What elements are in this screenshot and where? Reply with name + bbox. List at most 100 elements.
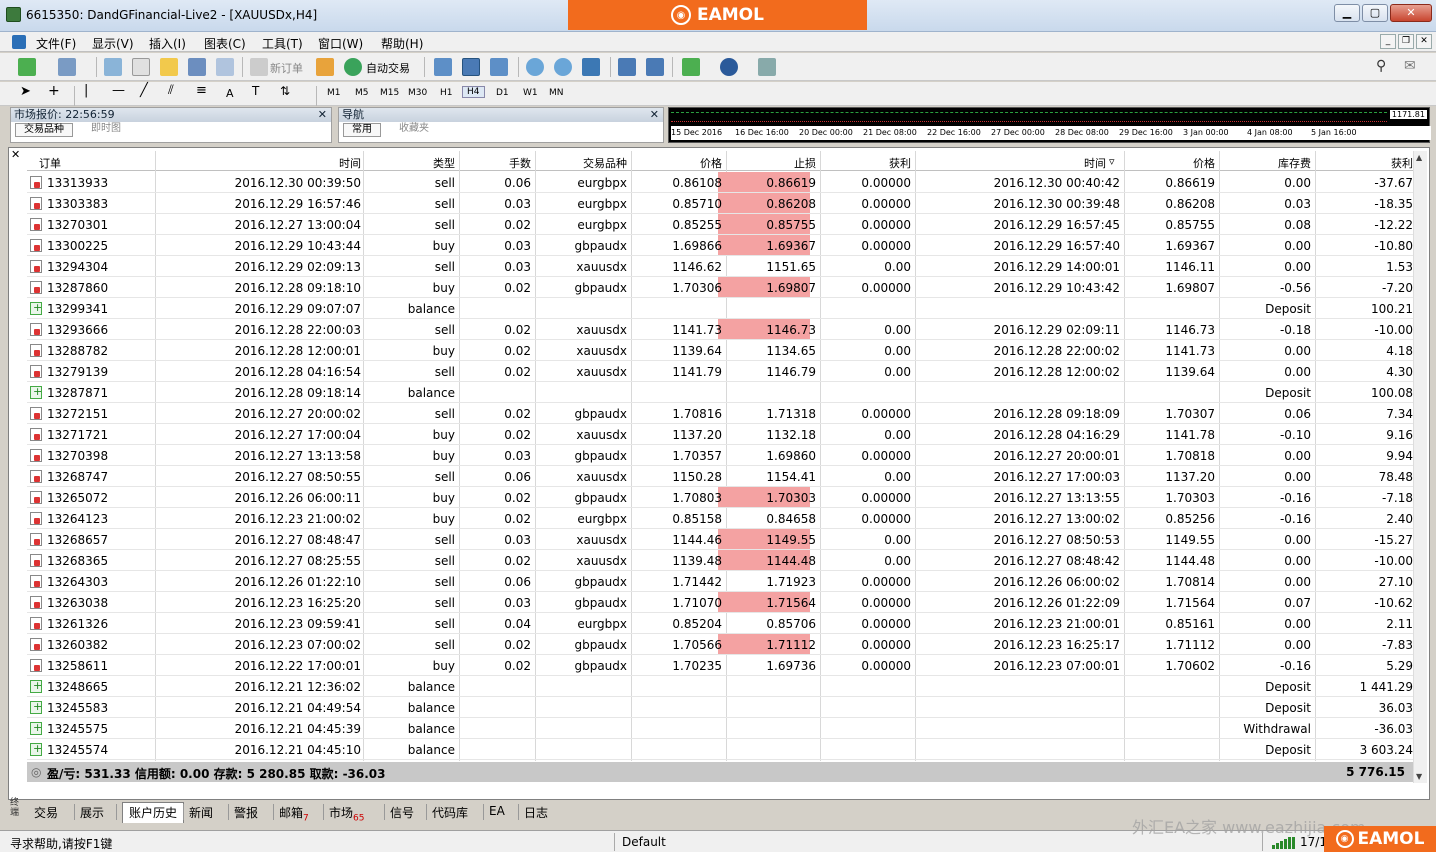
menu-insert[interactable]: 插入(I) (149, 35, 186, 52)
col-profit[interactable]: 获利 (1391, 155, 1413, 171)
col-open-price[interactable]: 价格 (700, 155, 722, 171)
tab-symbols[interactable]: 交易品种 (15, 123, 73, 137)
vertical-line-icon[interactable]: | (84, 83, 98, 98)
tab-exposure[interactable]: 展示 (80, 804, 104, 821)
scroll-up-icon[interactable]: ▲ (1416, 153, 1422, 162)
table-row[interactable]: 13313933 2016.12.30 00:39:50 sell 0.06 eurgb… (27, 172, 1415, 193)
new-chart-icon[interactable] (18, 58, 36, 76)
bar-chart-icon[interactable] (434, 58, 452, 76)
table-row[interactable]: 13270301 2016.12.27 13:00:04 sell 0.02 eurgb… (27, 214, 1415, 235)
channel-icon[interactable]: ⫽ (168, 83, 182, 98)
line-chart-icon[interactable] (490, 58, 508, 76)
table-row[interactable]: 13287860 2016.12.28 09:18:10 buy 0.02 gbpaud… (27, 277, 1415, 298)
tab-trade[interactable]: 交易 (34, 804, 58, 821)
tab-code-base[interactable]: 代码库 (432, 804, 468, 821)
table-row[interactable]: 13299341 2016.12.29 09:07:07 balance 100.21… (27, 298, 1415, 319)
chart-window[interactable]: 1171.81 15 Dec 2016 16 Dec 16:00 20 Dec 00… (668, 107, 1431, 143)
chart-shift-icon[interactable] (618, 58, 636, 76)
zoom-in-icon[interactable] (526, 58, 544, 76)
minimize-button[interactable]: ▁ (1334, 4, 1360, 22)
col-lots[interactable]: 手数 (509, 155, 531, 171)
table-row[interactable]: 13248665 2016.12.21 12:36:02 balance 1 441.… (27, 676, 1415, 697)
table-row[interactable]: 13245574 2016.12.21 04:45:10 balance 3 603.… (27, 739, 1415, 760)
table-row[interactable]: 13265072 2016.12.26 06:00:11 buy 0.02 gbpaud… (27, 487, 1415, 508)
cursor-icon[interactable]: ➤ (20, 84, 34, 99)
tab-experts[interactable]: EA (489, 804, 505, 818)
col-swap[interactable]: 库存费 (1278, 155, 1311, 171)
col-close-price[interactable]: 价格 (1193, 155, 1215, 171)
tab-account-history[interactable]: 账户历史 (122, 802, 185, 823)
strategy-tester-icon[interactable] (216, 58, 234, 76)
tab-alerts[interactable]: 警报 (234, 804, 258, 821)
tf-w1[interactable]: W1 (523, 88, 538, 98)
close-icon[interactable]: ✕ (11, 148, 20, 161)
table-row[interactable]: 13261326 2016.12.23 09:59:41 sell 0.04 eurgb… (27, 613, 1415, 634)
table-row[interactable]: 13271721 2016.12.27 17:00:04 buy 0.02 xauusd… (27, 424, 1415, 445)
menu-tools[interactable]: 工具(T) (262, 35, 303, 52)
table-row[interactable]: 13294304 2016.12.29 02:09:13 sell 0.03 xauus… (27, 256, 1415, 277)
mdi-restore-button[interactable]: ❐ (1398, 34, 1414, 49)
tf-h1[interactable]: H1 (440, 88, 453, 98)
table-row[interactable]: 13279139 2016.12.28 04:16:54 sell 0.02 xauus… (27, 361, 1415, 382)
crosshair-icon[interactable]: + (48, 83, 62, 99)
arrows-icon[interactable]: ⇅ (280, 84, 294, 98)
table-row[interactable]: 13258611 2016.12.22 17:00:01 buy 0.02 gbpaud… (27, 655, 1415, 676)
table-row[interactable]: 13245575 2016.12.21 04:45:39 balance -36.03… (27, 718, 1415, 739)
mdi-minimize-button[interactable]: _ (1380, 34, 1396, 49)
periods-icon[interactable] (720, 58, 738, 76)
tf-h4[interactable]: H4 (462, 86, 485, 98)
tab-journal[interactable]: 日志 (524, 804, 548, 821)
text-tool[interactable]: A (226, 87, 234, 100)
trendline-icon[interactable]: ╱ (140, 83, 154, 98)
close-icon[interactable]: ✕ (650, 108, 659, 122)
table-row[interactable]: 13260382 2016.12.23 07:00:02 sell 0.02 gbpau… (27, 634, 1415, 655)
mdi-close-button[interactable]: ✕ (1416, 34, 1432, 49)
new-order-button[interactable]: 新订单 (270, 60, 303, 76)
tf-m1[interactable]: M1 (327, 88, 341, 98)
horizontal-line-icon[interactable]: — (112, 83, 126, 98)
fibonacci-icon[interactable]: ≡ (196, 83, 210, 98)
table-row[interactable]: 13264123 2016.12.23 21:00:02 buy 0.02 eurgbp… (27, 508, 1415, 529)
tab-common[interactable]: 常用 (343, 123, 381, 137)
tab-signals[interactable]: 信号 (390, 804, 414, 821)
menu-window[interactable]: 窗口(W) (318, 35, 363, 52)
templates-icon[interactable] (758, 58, 776, 76)
new-order-icon[interactable] (250, 58, 268, 76)
market-watch-icon[interactable] (104, 58, 122, 76)
auto-trading-icon[interactable] (344, 58, 362, 76)
col-open-time[interactable]: 时间 (339, 155, 361, 171)
tf-m30[interactable]: M30 (408, 88, 427, 98)
tf-mn[interactable]: MN (549, 88, 564, 98)
maximize-button[interactable]: ▢ (1362, 4, 1388, 22)
chat-icon[interactable]: ✉ (1404, 58, 1422, 76)
indicators-icon[interactable] (682, 58, 700, 76)
auto-trading-button[interactable]: 自动交易 (366, 60, 410, 76)
table-row[interactable]: 13272151 2016.12.27 20:00:02 sell 0.02 gbpau… (27, 403, 1415, 424)
table-row[interactable]: 13303383 2016.12.29 16:57:46 sell 0.03 eurgb… (27, 193, 1415, 214)
table-row[interactable]: 13268747 2016.12.27 08:50:55 sell 0.06 xauus… (27, 466, 1415, 487)
close-icon[interactable]: ✕ (318, 108, 327, 122)
sort-arrow-icon[interactable]: ▿ (1109, 155, 1115, 168)
table-row[interactable]: 13300225 2016.12.29 10:43:44 buy 0.03 gbpaud… (27, 235, 1415, 256)
tab-market[interactable]: 市场65 (329, 804, 364, 823)
table-row[interactable]: 13268365 2016.12.27 08:25:55 sell 0.02 xauus… (27, 550, 1415, 571)
table-row[interactable]: 13268657 2016.12.27 08:48:47 sell 0.03 xauus… (27, 529, 1415, 550)
tf-m15[interactable]: M15 (380, 88, 399, 98)
candlestick-icon[interactable] (462, 58, 480, 76)
tile-windows-icon[interactable] (582, 58, 600, 76)
vertical-scrollbar[interactable]: ▲ ▼ (1413, 151, 1427, 783)
table-row[interactable]: 13288782 2016.12.28 12:00:01 buy 0.02 xauusd… (27, 340, 1415, 361)
table-row[interactable]: 13270398 2016.12.27 13:13:58 buy 0.03 gbpaud… (27, 445, 1415, 466)
menu-view[interactable]: 显示(V) (92, 35, 134, 52)
tab-tick-chart[interactable]: 即时图 (83, 123, 129, 137)
scroll-down-icon[interactable]: ▼ (1416, 772, 1422, 781)
data-window-icon[interactable] (132, 58, 150, 76)
auto-scroll-icon[interactable] (646, 58, 664, 76)
col-symbol[interactable]: 交易品种 (583, 155, 627, 171)
zoom-out-icon[interactable] (554, 58, 572, 76)
col-stop-loss[interactable]: 止损 (794, 155, 816, 171)
tf-d1[interactable]: D1 (496, 88, 509, 98)
menu-help[interactable]: 帮助(H) (381, 35, 423, 52)
text-label-icon[interactable]: T (252, 84, 266, 98)
profiles-icon[interactable] (58, 58, 76, 76)
